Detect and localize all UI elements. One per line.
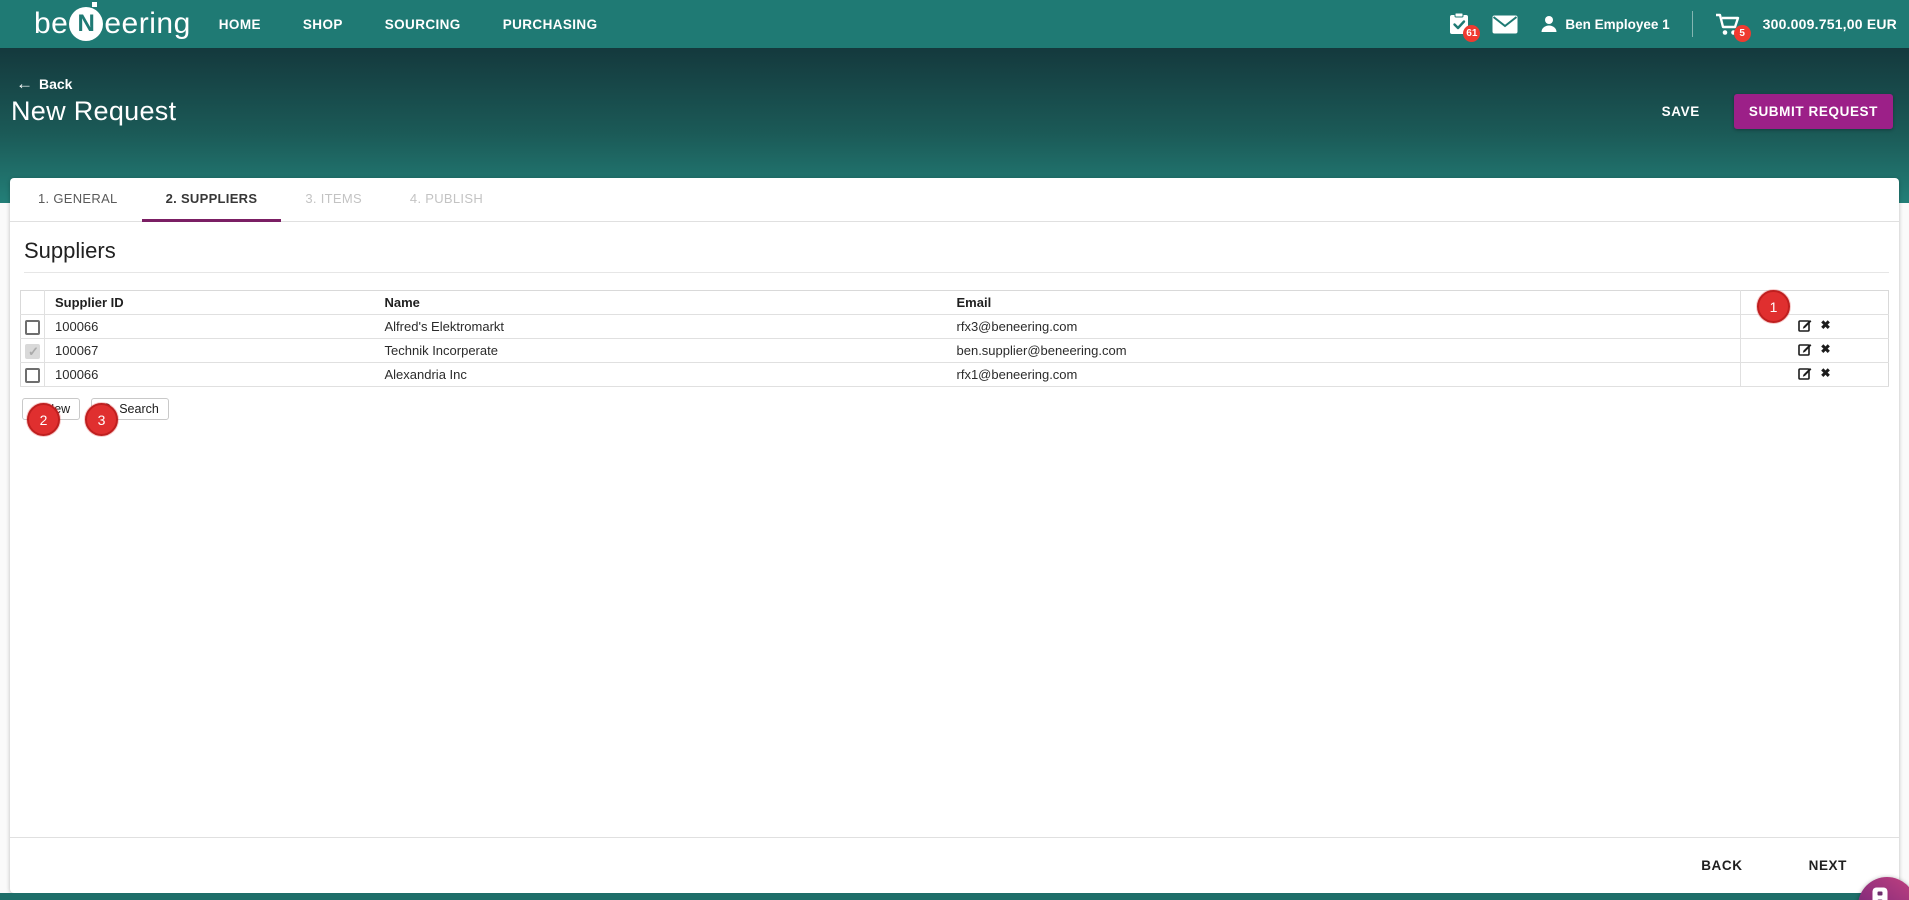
- person-icon: [1540, 15, 1558, 33]
- tab-suppliers[interactable]: 2. SUPPLIERS: [142, 178, 282, 222]
- edit-icon[interactable]: [1798, 366, 1812, 380]
- row-checkbox[interactable]: [25, 320, 40, 335]
- section-title: Suppliers: [24, 238, 1889, 264]
- annotation-marker-3: 3: [85, 403, 118, 436]
- tasks-button[interactable]: 61: [1448, 12, 1470, 36]
- back-label: Back: [39, 76, 72, 92]
- nav-item-shop[interactable]: SHOP: [301, 11, 345, 38]
- delete-icon[interactable]: ✖: [1820, 343, 1830, 355]
- header-name: Name: [375, 291, 947, 315]
- robot-icon: [1873, 887, 1888, 900]
- tab-general[interactable]: 1. GENERAL: [14, 178, 142, 222]
- annotation-marker-2: 2: [27, 403, 60, 436]
- cell-supplier-id: 100066: [45, 315, 375, 339]
- user-name: Ben Employee 1: [1565, 17, 1669, 32]
- table-buttons: + New Search: [22, 398, 1889, 420]
- cell-name: Technik Incorperate: [375, 339, 947, 363]
- back-link[interactable]: ← Back: [16, 75, 72, 92]
- back-arrow-icon: ←: [16, 75, 33, 92]
- cell-supplier-id: 100066: [45, 363, 375, 387]
- hero-actions: SAVE SUBMIT REQUEST: [1656, 94, 1893, 129]
- cell-email: rfx3@beneering.com: [947, 315, 1741, 339]
- logo-n-icon: N: [69, 7, 103, 41]
- cart-badge: 5: [1734, 25, 1751, 42]
- nav-item-home[interactable]: HOME: [217, 11, 263, 38]
- wizard-next-button[interactable]: NEXT: [1805, 850, 1851, 881]
- tab-publish: 4. PUBLISH: [386, 178, 507, 222]
- cell-name: Alexandria Inc: [375, 363, 947, 387]
- cart-button[interactable]: 5: [1715, 13, 1741, 36]
- logo-text-post: eering: [104, 7, 190, 41]
- topbar-divider: [1692, 11, 1693, 37]
- logo-dot: [92, 2, 97, 7]
- delete-icon[interactable]: ✖: [1820, 319, 1830, 331]
- tasks-badge: 61: [1463, 25, 1480, 42]
- main-nav-links: HOME SHOP SOURCING PURCHASING: [217, 11, 600, 38]
- cell-email: ben.supplier@beneering.com: [947, 339, 1741, 363]
- header-supplier-id: Supplier ID: [45, 291, 375, 315]
- annotation-marker-1: 1: [1757, 290, 1790, 323]
- tab-items: 3. ITEMS: [281, 178, 386, 222]
- suppliers-table: Supplier ID Name Email 100066 Alfred's E…: [20, 290, 1889, 387]
- topbar-right: 61 Ben Employee 1 5 300.009.751,00 EUR: [1448, 11, 1909, 37]
- row-checkbox[interactable]: [25, 368, 40, 383]
- row-actions: ✖: [1798, 318, 1830, 332]
- submit-request-button[interactable]: SUBMIT REQUEST: [1734, 94, 1893, 129]
- nav-item-sourcing[interactable]: SOURCING: [383, 11, 463, 38]
- request-wizard-card: 1. GENERAL 2. SUPPLIERS 3. ITEMS 4. PUBL…: [10, 178, 1899, 893]
- table-row: 100066 Alfred's Elektromarkt rfx3@beneer…: [21, 315, 1889, 339]
- row-actions: ✖: [1798, 366, 1830, 380]
- cell-name: Alfred's Elektromarkt: [375, 315, 947, 339]
- wizard-back-button[interactable]: BACK: [1697, 850, 1746, 881]
- logo-text-pre: be: [34, 7, 68, 41]
- cart-total[interactable]: 300.009.751,00 EUR: [1763, 16, 1897, 32]
- messages-button[interactable]: [1492, 15, 1518, 34]
- logo-n-letter: N: [77, 10, 95, 38]
- header-checkbox-cell: [21, 291, 45, 315]
- cell-email: rfx1@beneering.com: [947, 363, 1741, 387]
- table-header-row: Supplier ID Name Email: [21, 291, 1889, 315]
- edit-icon[interactable]: [1798, 342, 1812, 356]
- nav-item-purchasing[interactable]: PURCHASING: [501, 11, 600, 38]
- title-divider: [24, 272, 1889, 273]
- top-navigation-bar: be N eering HOME SHOP SOURCING PURCHASIN…: [0, 0, 1909, 48]
- row-checkbox: [25, 344, 40, 359]
- save-button[interactable]: SAVE: [1656, 94, 1706, 129]
- header-email: Email: [947, 291, 1741, 315]
- edit-icon[interactable]: [1798, 318, 1812, 332]
- row-actions: ✖: [1798, 342, 1830, 356]
- table-row: 100066 Alexandria Inc rfx1@beneering.com…: [21, 363, 1889, 387]
- bottom-strip: [0, 893, 1909, 900]
- mail-icon: [1492, 15, 1518, 34]
- user-menu[interactable]: Ben Employee 1: [1540, 15, 1669, 33]
- search-button-label: Search: [119, 402, 159, 416]
- cell-supplier-id: 100067: [45, 339, 375, 363]
- wizard-footer: BACK NEXT: [10, 837, 1899, 893]
- beneering-logo[interactable]: be N eering: [34, 7, 191, 41]
- wizard-tabbar: 1. GENERAL 2. SUPPLIERS 3. ITEMS 4. PUBL…: [10, 178, 1899, 222]
- page-title: New Request: [11, 96, 176, 127]
- delete-icon[interactable]: ✖: [1820, 367, 1830, 379]
- suppliers-section: Suppliers Supplier ID Name Email 100066 …: [10, 238, 1899, 420]
- table-row: 100067 Technik Incorperate ben.supplier@…: [21, 339, 1889, 363]
